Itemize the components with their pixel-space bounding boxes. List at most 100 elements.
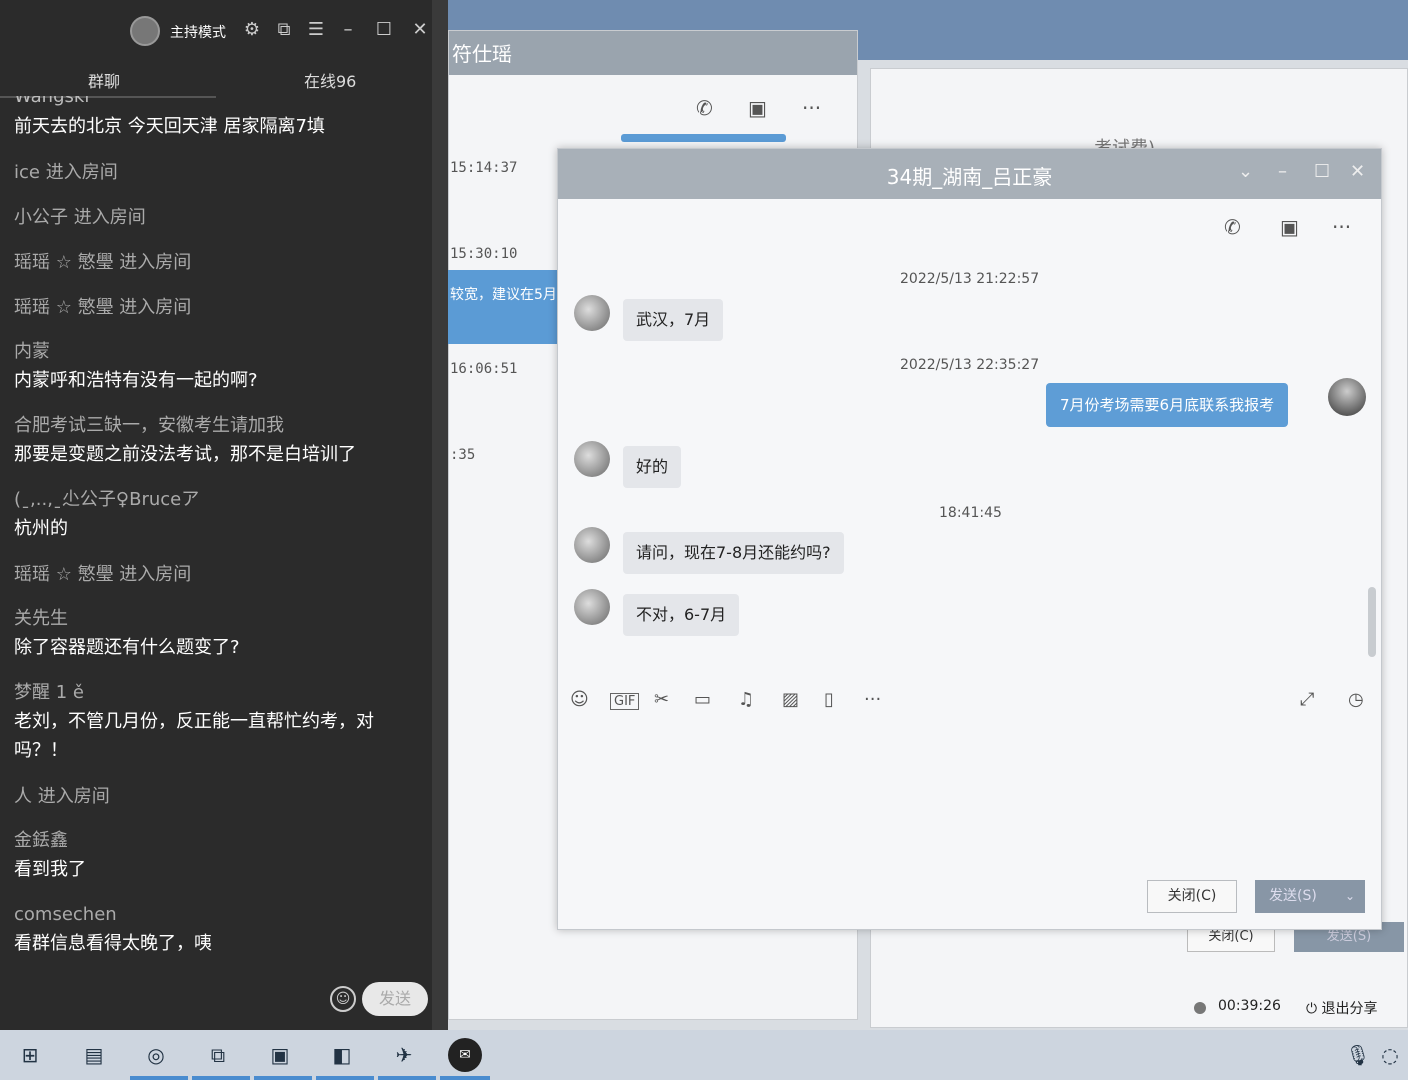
gif-icon[interactable]: GIF [610, 693, 640, 710]
chat-message: 内蒙 内蒙呼和浩特有没有一起的啊? [14, 337, 424, 395]
app-icon[interactable]: ◧ [324, 1038, 360, 1072]
active-app-indicator [378, 1076, 436, 1080]
message-text: 看到我了 [14, 859, 86, 880]
settings-gear-icon[interactable]: ⚙ [240, 18, 264, 42]
chrome-icon[interactable]: ◎ [138, 1038, 174, 1072]
system-message: 人 进入房间 [14, 786, 110, 807]
bg-video-icon[interactable]: ▣ [748, 96, 767, 120]
bg-message-bubble: 较宽，建议在5月 [448, 270, 558, 344]
message-timestamp: 2022/5/13 21:22:57 [900, 271, 1040, 287]
video-call-icon[interactable]: ▣ [1280, 215, 1299, 239]
terminal-icon[interactable]: ▣ [262, 1038, 298, 1072]
task-view-icon[interactable]: ⧉ [200, 1038, 236, 1072]
more-icon[interactable]: ··· [864, 689, 881, 710]
bg-timestamp: 15:14:37 [450, 160, 518, 176]
minimize-icon[interactable]: – [1278, 161, 1287, 182]
network-icon[interactable]: ◌ [1372, 1038, 1408, 1072]
tab-online[interactable]: 在线96 [304, 68, 356, 92]
bg-more-icon[interactable]: ··· [802, 96, 821, 120]
contact-avatar[interactable] [574, 527, 610, 563]
voice-call-icon[interactable]: ✆ [1224, 215, 1241, 239]
minimize-icon[interactable]: – [336, 18, 360, 42]
exit-share-button[interactable]: ⏻ 退出分享 [1306, 998, 1378, 1018]
message-text: 看群信息看得太晚了，咦 [14, 933, 212, 954]
maximize-icon[interactable]: ☐ [1314, 161, 1330, 182]
contact-avatar[interactable] [574, 589, 610, 625]
host-mode-label: 主持模式 [170, 25, 226, 41]
chat-window-title: 34期_湖南_吕正豪 [886, 165, 1053, 189]
record-dot-icon [1194, 1002, 1206, 1014]
group-chat-panel: 主持模式 ⚙ ⧉ ☰ – ☐ ✕ 群聊 在线96 Wangski 前天去的北京 … [0, 0, 432, 1030]
menu-icon[interactable]: ☰ [304, 18, 328, 42]
history-clock-icon[interactable]: ◷ [1348, 689, 1364, 710]
chevron-down-icon[interactable]: ⌄ [1345, 880, 1355, 913]
panel-tabs: 群聊 在线96 [0, 62, 432, 98]
contact-avatar[interactable] [574, 295, 610, 331]
folder-icon[interactable]: ▭ [694, 689, 711, 710]
incoming-message: 不对，6-7月 [623, 594, 740, 636]
chat-message: 前天去的北京 今天回天津 居家隔离7填 [14, 112, 424, 141]
power-icon: ⏻ [1306, 1001, 1318, 1017]
more-options-icon[interactable]: ··· [1332, 215, 1351, 239]
message-text: 内蒙呼和浩特有没有一起的啊? [14, 370, 258, 391]
windows-start-icon[interactable]: ⊞ [12, 1038, 48, 1072]
bg-timestamp: 16:06:51 [450, 361, 518, 377]
image-icon[interactable]: ▨ [782, 689, 799, 710]
message-timestamp: 18:41:45 [939, 505, 1002, 521]
incoming-message: 武汉，7月 [623, 299, 724, 341]
tab-group-chat[interactable]: 群聊 [88, 68, 120, 92]
contact-avatar[interactable] [574, 441, 610, 477]
emoji-icon[interactable]: ☺ [570, 689, 589, 710]
message-text: 前天去的北京 今天回天津 居家隔离7填 [14, 116, 325, 137]
background-window-title: 符仕瑶 [452, 42, 512, 66]
message-sender: comsechen [14, 904, 117, 925]
rocket-icon[interactable]: ✈ [386, 1038, 422, 1072]
outgoing-message: 7月份考场需要6月底联系我报考 [1046, 383, 1289, 427]
incoming-message: 请问，现在7-8月还能约吗? [623, 532, 844, 574]
chat-scrollbar[interactable] [1368, 587, 1376, 657]
active-app-indicator [254, 1076, 312, 1080]
chat-window-titlebar[interactable]: 34期_湖南_吕正豪 ⌄ – ☐ ✕ [558, 149, 1381, 199]
message-text: 杭州的 [14, 518, 68, 539]
bg-timestamp: 15:30:10 [450, 246, 518, 262]
music-icon[interactable]: ♫ [738, 689, 754, 710]
active-app-indicator [130, 1076, 188, 1080]
send-button[interactable]: 发送(S) ⌄ [1255, 880, 1365, 913]
emoji-icon[interactable]: ☺ [330, 986, 356, 1012]
close-button[interactable]: 关闭(C) [1147, 880, 1237, 913]
active-app-indicator [192, 1076, 250, 1080]
message-sender: 金銩鑫 [14, 830, 68, 851]
exit-share-label: 退出分享 [1321, 1001, 1378, 1017]
chat-message: 梦醒 1 ě 老刘，不管几月份，反正能一直帮忙约考，对吗？！ [14, 678, 424, 765]
host-avatar [130, 16, 160, 46]
close-icon[interactable]: ✕ [408, 18, 432, 42]
message-text: 除了容器题还有什么题变了? [14, 637, 240, 658]
chat-message: (ˍ,..,ˍ尐公子♀Bruceア 杭州的 [14, 485, 424, 543]
expand-icon[interactable]: ⤢ [1300, 689, 1314, 710]
send-button-label: 发送(S) [1269, 888, 1317, 904]
screen-icon[interactable]: ▯ [824, 689, 834, 710]
active-app-indicator [316, 1076, 374, 1080]
my-avatar[interactable] [1328, 378, 1366, 416]
bg-message-text: 较宽，建议在5月 [450, 287, 557, 303]
mic-icon[interactable]: 🎙 [1340, 1038, 1376, 1072]
maximize-icon[interactable]: ☐ [372, 18, 396, 42]
chat-message: 金銩鑫 看到我了 [14, 826, 424, 884]
system-message: 瑶瑶 ☆ 慜璺 进入房间 [14, 564, 192, 585]
bg-phone-icon[interactable]: ✆ [696, 96, 713, 120]
scissors-icon[interactable]: ✂ [654, 689, 669, 710]
chevron-down-icon[interactable]: ⌄ [1238, 161, 1253, 182]
taskbar: ⊞ ▤ ◎ ⧉ ▣ ◧ ✈ ✉ 🎙 ◌ [0, 1030, 1408, 1080]
active-app-indicator [440, 1076, 490, 1080]
panel-scrollbar[interactable] [432, 0, 448, 1030]
file-explorer-icon[interactable]: ▤ [76, 1038, 112, 1072]
chat-message: comsechen 看群信息看得太晚了，咦 [14, 900, 424, 958]
chat-message-list[interactable]: Wangski 前天去的北京 今天回天津 居家隔离7填 ice 进入房间 小公子… [0, 96, 432, 976]
private-chat-window: 34期_湖南_吕正豪 ⌄ – ☐ ✕ ✆ ▣ ··· 2022/5/13 21:… [557, 148, 1382, 930]
system-message: 瑶瑶 ☆ 慜璺 进入房间 [14, 297, 192, 318]
ding-icon[interactable]: ✉ [448, 1038, 482, 1072]
close-icon[interactable]: ✕ [1350, 161, 1365, 182]
chat-message: 关先生 除了容器题还有什么题变了? [14, 604, 424, 662]
popout-icon[interactable]: ⧉ [272, 18, 296, 42]
send-button[interactable]: 发送 [362, 982, 428, 1016]
